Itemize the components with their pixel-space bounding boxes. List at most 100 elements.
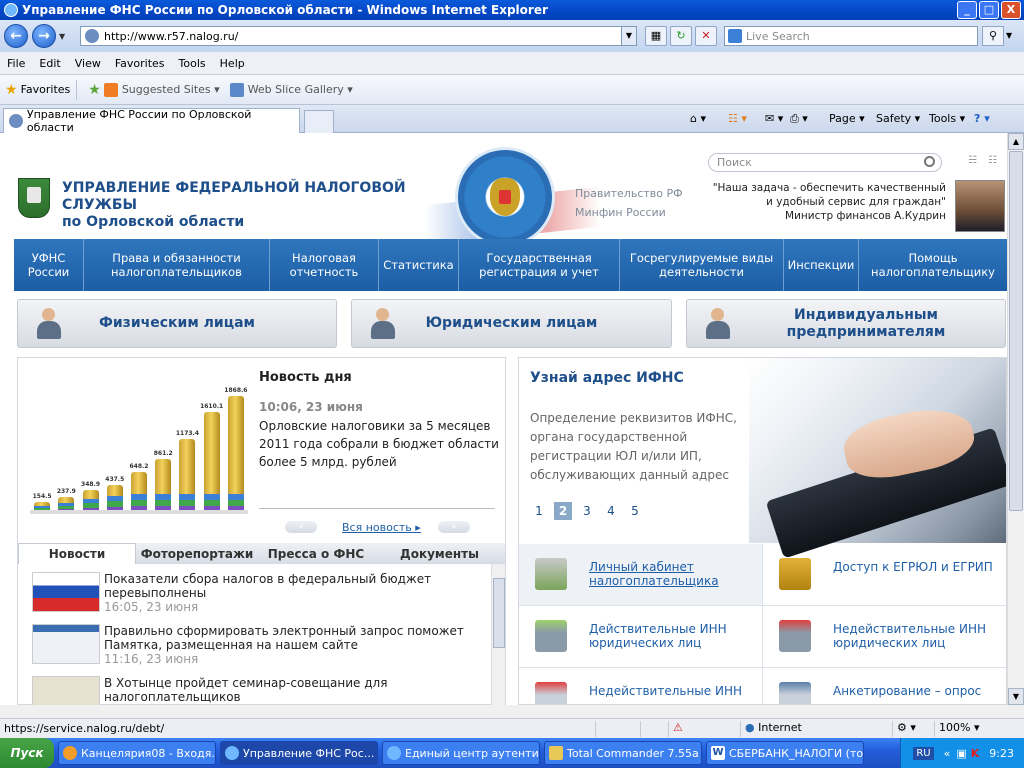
tab-press[interactable]: Пресса о ФНС <box>258 543 374 564</box>
list-item[interactable]: Показатели сбора налогов в федеральный б… <box>32 568 482 616</box>
menu-view[interactable]: View <box>68 57 108 70</box>
add-favorite-icon[interactable]: ★ <box>88 82 101 98</box>
page-horizontal-scrollbar[interactable] <box>0 705 1024 718</box>
tray-expand-icon[interactable]: « <box>944 747 951 760</box>
new-tab-button[interactable] <box>304 110 334 133</box>
nav-reporting[interactable]: Налоговая отчетность <box>270 239 379 291</box>
ifns-page-4[interactable]: 4 <box>602 502 620 520</box>
help-menu-button[interactable]: ? ▾ <box>974 112 990 125</box>
service-personal-account[interactable]: Личный кабинет налогоплательщика <box>519 544 763 606</box>
safety-menu-button[interactable]: Safety ▾ <box>876 112 920 125</box>
close-button[interactable]: X <box>1001 1 1021 19</box>
address-dropdown-button[interactable]: ▼ <box>621 27 636 45</box>
entrepreneurs-button[interactable]: Индивидуальным предпринимателям <box>686 299 1006 348</box>
tab-photo-reports[interactable]: Фоторепортажи <box>136 543 258 564</box>
history-dropdown-button[interactable]: ▼ <box>59 32 69 41</box>
service-valid-inn[interactable]: Действительные ИНН юридических лиц <box>519 606 763 668</box>
scroll-down-button[interactable]: ▼ <box>1008 688 1024 705</box>
menu-tools[interactable]: Tools <box>172 57 213 70</box>
compatibility-view-button[interactable]: ▦ <box>645 26 667 46</box>
tab-title: Управление ФНС России по Орловской облас… <box>26 108 252 134</box>
service-egrul-access[interactable]: Доступ к ЕГРЮЛ и ЕГРИП <box>763 544 1006 606</box>
tab-documents[interactable]: Документы <box>374 543 505 564</box>
maximize-button[interactable]: □ <box>979 1 999 19</box>
nav-registration[interactable]: Государственная регистрация и учет <box>459 239 620 291</box>
browser-tab-active[interactable]: Управление ФНС России по Орловской облас… <box>3 108 300 134</box>
individuals-button[interactable]: Физическим лицам <box>17 299 337 348</box>
security-zone[interactable]: ● Internet <box>740 721 890 737</box>
menu-favorites[interactable]: Favorites <box>108 57 172 70</box>
address-url[interactable]: http://www.r57.nalog.ru/ <box>104 30 238 43</box>
forward-button[interactable]: → <box>32 24 56 48</box>
taskbar-item-totalcmd[interactable]: Total Commander 7.55a ... <box>544 741 702 765</box>
menu-file[interactable]: File <box>0 57 32 70</box>
list-item[interactable]: Правильно сформировать электронный запро… <box>32 620 482 668</box>
news-of-day-text[interactable]: Орловские налоговики за 5 месяцев 2011 г… <box>259 417 499 471</box>
service-survey[interactable]: Анкетирование – опрос <box>763 668 1006 704</box>
back-button[interactable]: ← <box>4 24 28 48</box>
live-search-input[interactable]: Live Search <box>724 26 978 46</box>
nav-regulated[interactable]: Госрегулируемые виды деятельности <box>620 239 784 291</box>
start-button[interactable]: Пуск <box>0 738 54 768</box>
total-commander-icon <box>549 746 563 760</box>
minimize-button[interactable]: _ <box>957 1 977 19</box>
home-icon[interactable]: ⌂ ▾ <box>690 112 706 125</box>
news-scrollbar-thumb[interactable] <box>493 578 505 648</box>
suggested-sites-link[interactable]: Suggested Sites ▾ <box>103 82 220 97</box>
zoom-level[interactable]: 100% ▾ <box>934 721 1024 737</box>
all-news-link[interactable]: Вся новость ▸ <box>342 521 421 534</box>
popup-blocked-icon[interactable]: ⚠ <box>668 721 738 737</box>
search-options-dropdown[interactable]: ▼ <box>1006 26 1018 46</box>
ifns-page-3[interactable]: 3 <box>578 502 596 520</box>
nav-ufns[interactable]: УФНС России <box>14 239 84 291</box>
page-menu-button[interactable]: Page ▾ <box>829 112 865 125</box>
nav-inspections[interactable]: Инспекции <box>784 239 859 291</box>
page-vertical-scrollbar[interactable]: ▲ ▼ <box>1007 133 1024 705</box>
tools-menu-button[interactable]: Tools ▾ <box>929 112 965 125</box>
ifns-page-5[interactable]: 5 <box>626 502 644 520</box>
refresh-button[interactable]: ↻ <box>670 26 692 46</box>
taskbar-item-auth[interactable]: Единый центр аутенти... <box>382 741 540 765</box>
search-icon[interactable] <box>924 156 935 167</box>
ifns-page-1[interactable]: 1 <box>530 502 548 520</box>
taskbar-item-kanc[interactable]: Канцелярия08 - Входя... <box>58 741 216 765</box>
nav-help[interactable]: Помощь налогоплательщику <box>859 239 1007 291</box>
menu-help[interactable]: Help <box>213 57 252 70</box>
nav-rights[interactable]: Права и обязанности налогоплательщиков <box>84 239 270 291</box>
favorites-button[interactable]: Favorites <box>21 83 71 96</box>
web-slice-gallery-link[interactable]: Web Slice Gallery ▾ <box>229 82 353 97</box>
nav-statistics[interactable]: Статистика <box>379 239 459 291</box>
news-scrollbar[interactable] <box>491 564 505 705</box>
scroll-up-button[interactable]: ▲ <box>1008 133 1024 150</box>
news-next-button[interactable]: » <box>438 521 470 533</box>
minfin-link[interactable]: Минфин России <box>575 203 683 222</box>
legal-entities-button[interactable]: Юридическим лицам <box>351 299 672 348</box>
service-invalid-inn-2[interactable]: Недействительные ИНН <box>519 668 763 704</box>
search-go-button[interactable]: ⚲ <box>982 26 1004 46</box>
tab-news[interactable]: Новости <box>18 543 136 564</box>
news-prev-button[interactable]: « <box>285 521 317 533</box>
government-link[interactable]: Правительство РФ <box>575 184 683 203</box>
mail-icon[interactable]: ✉ ▾ <box>765 112 783 125</box>
network-icon[interactable]: ▣ <box>956 747 966 760</box>
print-icon[interactable]: ⎙ ▾ <box>790 112 808 126</box>
sitemap-icon[interactable]: ☵ <box>968 155 980 167</box>
address-field[interactable]: http://www.r57.nalog.ru/ ▼ <box>80 26 637 46</box>
service-invalid-inn[interactable]: Недействительные ИНН юридических лиц <box>763 606 1006 668</box>
protected-mode-icon[interactable]: ⚙ ▾ <box>892 721 932 737</box>
rss-icon[interactable]: ☷ <box>988 155 1000 167</box>
language-indicator[interactable]: RU <box>913 746 934 760</box>
list-item[interactable]: В Хотынце пройдет семинар-совещание для … <box>32 672 482 705</box>
antivirus-icon[interactable]: K <box>971 747 980 760</box>
taskbar-item-ie[interactable]: Управление ФНС Рос... <box>220 741 378 765</box>
site-title[interactable]: Управление Федеральной налоговой службы … <box>62 180 432 231</box>
feeds-icon[interactable]: ☷ ▾ <box>728 112 747 125</box>
web-slice-icon <box>229 82 244 97</box>
ifns-page-2[interactable]: 2 <box>554 502 572 520</box>
scroll-thumb[interactable] <box>1009 151 1023 511</box>
site-search-input[interactable]: Поиск <box>708 153 942 172</box>
ifns-title[interactable]: Узнай адрес ИФНС <box>530 370 684 386</box>
menu-edit[interactable]: Edit <box>32 57 67 70</box>
stop-button[interactable]: ✕ <box>695 26 717 46</box>
taskbar-item-word[interactable]: W СБЕРБАНК_НАЛОГИ (то... <box>706 741 864 765</box>
